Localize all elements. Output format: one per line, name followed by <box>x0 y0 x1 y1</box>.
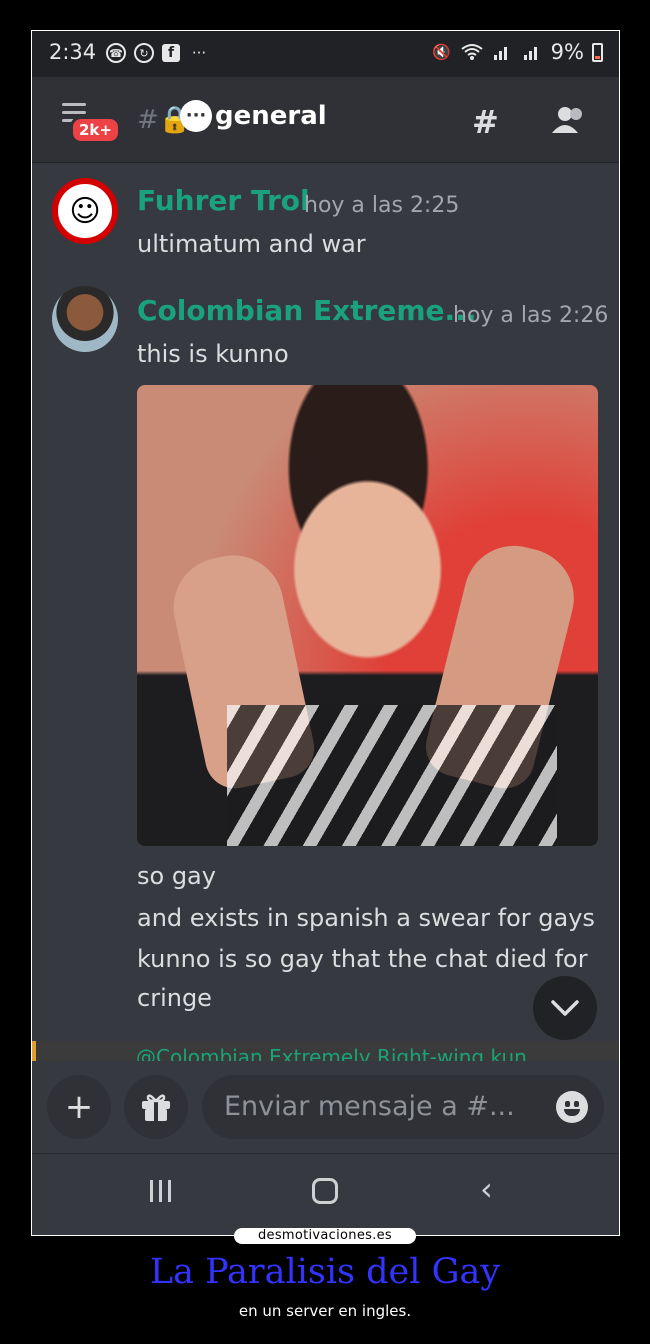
message-text: this is kunno <box>137 340 289 368</box>
status-time: 2:34 <box>49 40 97 64</box>
chevron-down-icon <box>551 1000 579 1016</box>
gift-icon <box>142 1094 170 1121</box>
avatar[interactable]: ☺ <box>52 178 118 244</box>
signal-icon <box>491 41 513 63</box>
message-input-placeholder: Enviar mensaje a #... <box>224 1091 515 1122</box>
message-input[interactable]: Enviar mensaje a #... <box>202 1075 604 1139</box>
jump-to-bottom-button[interactable] <box>533 976 597 1040</box>
message-text: and exists in spanish a swear for gays <box>137 904 595 932</box>
message-author[interactable]: Colombian Extreme... <box>137 294 476 327</box>
reply-preview[interactable]: @Colombian Extremely Right-wing kun <box>32 1041 619 1061</box>
channel-title[interactable]: ··· general <box>180 100 327 132</box>
message-text: kunno is so gay that the chat died for <box>137 945 588 973</box>
sync-icon: ↻ <box>134 43 154 63</box>
speech-bubble-icon: ··· <box>180 100 212 132</box>
message-text: so gay <box>137 862 216 890</box>
message-text: cringe <box>137 984 212 1012</box>
back-icon[interactable]: ‹ <box>480 1170 493 1208</box>
emoji-picker-icon[interactable] <box>556 1091 588 1123</box>
status-right: 🔇 9% <box>431 40 603 64</box>
message-author[interactable]: Fuhrer Trol <box>137 184 310 217</box>
message-list: ☺ Fuhrer Trol hoy a las 2:25 ultimatum a… <box>32 164 619 1061</box>
message-text: ultimatum and war <box>137 230 366 258</box>
message-timestamp: hoy a las 2:26 <box>453 303 609 328</box>
whatsapp-icon: ☎ <box>106 43 126 63</box>
facebook-icon: f <box>162 44 180 62</box>
avatar[interactable] <box>52 286 118 352</box>
members-icon[interactable] <box>550 105 586 135</box>
message-composer: + Enviar mensaje a #... <box>32 1061 619 1153</box>
image-detail <box>227 705 557 846</box>
threads-icon[interactable]: # <box>472 103 499 141</box>
poster-title: La Paralisis del Gay <box>149 1252 501 1292</box>
android-nav-bar: ‹ <box>32 1153 619 1235</box>
battery-percent: 9% <box>550 40 584 64</box>
reply-preview-text: @Colombian Extremely Right-wing kun <box>136 1045 527 1061</box>
signal-icon-2 <box>521 41 543 63</box>
gift-button[interactable] <box>124 1075 188 1139</box>
recent-apps-icon[interactable] <box>150 1180 171 1202</box>
mute-icon: 🔇 <box>432 43 452 61</box>
site-logo: desmotivaciones.es <box>234 1228 416 1244</box>
notification-icons: ☎ ↻ f ··· <box>106 42 210 64</box>
wifi-icon <box>461 41 483 63</box>
poster-subtitle: en un server en ingles. <box>238 1302 412 1320</box>
plus-icon: + <box>64 1087 94 1127</box>
battery-icon <box>592 42 603 62</box>
channel-header: 2k+ #🔒 ··· general # <box>32 77 619 163</box>
home-icon[interactable] <box>312 1178 338 1204</box>
message-image-attachment[interactable] <box>137 385 598 846</box>
message-timestamp: hoy a las 2:25 <box>304 193 460 218</box>
server-menu-button[interactable]: 2k+ <box>62 103 121 144</box>
notification-badge: 2k+ <box>70 116 121 144</box>
channel-name: general <box>215 101 327 131</box>
more-notifications-icon: ··· <box>191 44 207 62</box>
status-bar: 2:34 ☎ ↻ f ··· 🔇 9% <box>32 31 619 77</box>
phone-screenshot: 2:34 ☎ ↻ f ··· 🔇 9% 2k+ #🔒 ··· general #… <box>31 30 620 1236</box>
add-attachment-button[interactable]: + <box>47 1075 111 1139</box>
